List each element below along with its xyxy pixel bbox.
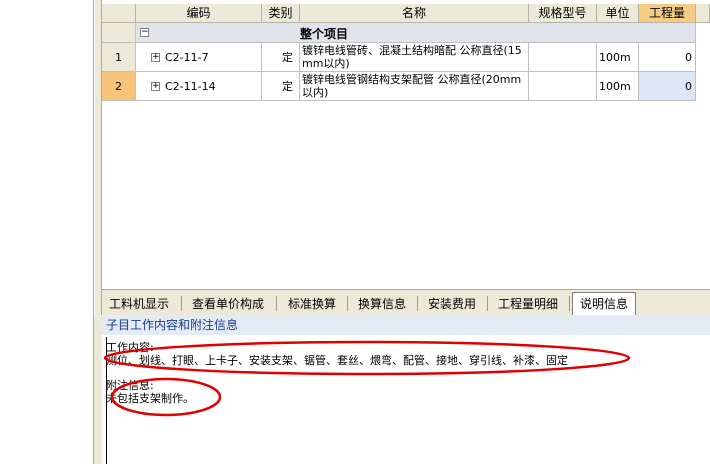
code-text: C2-11-7: [165, 51, 209, 64]
column-header-quantity[interactable]: 工程量: [639, 4, 696, 23]
row-number-header: [102, 4, 136, 23]
detail-tabs: 工料机显示 查看单价构成 标准换算 换算信息 安装费用 工程量明细 说明信息: [102, 289, 710, 315]
tab-unit-price[interactable]: 查看单价构成: [186, 294, 270, 314]
work-content-text[interactable]: 测位、划线、打眼、上卡子、安装支架、锯管、套丝、煨弯、配管、接地、穿引线、补漆、…: [106, 352, 568, 368]
expand-icon[interactable]: +: [151, 53, 160, 62]
collapse-icon[interactable]: −: [140, 28, 149, 37]
tab-conversion-info[interactable]: 换算信息: [350, 294, 414, 314]
group-title: 整个项目: [300, 27, 349, 41]
description-panel: 子目工作内容和附注信息 工作内容: 测位、划线、打眼、上卡子、安装支架、锯管、套…: [102, 315, 710, 464]
tab-divider: [417, 296, 418, 311]
column-header-code[interactable]: 编码: [136, 4, 262, 23]
quantity-cell[interactable]: 0: [639, 43, 696, 72]
code-text: C2-11-14: [165, 80, 216, 93]
tab-quantity-details[interactable]: 工程量明细: [490, 294, 566, 314]
row-number-cell: 2: [102, 72, 136, 101]
expand-icon[interactable]: +: [151, 82, 160, 91]
tab-divider: [347, 296, 348, 311]
tab-materials[interactable]: 工料机显示: [104, 294, 174, 314]
column-header-spec[interactable]: 规格型号: [529, 4, 597, 23]
unit-cell: 100m: [597, 72, 639, 101]
spec-cell: [529, 43, 597, 72]
tab-divider: [181, 296, 182, 311]
lower-splitter: [94, 315, 102, 464]
left-tree-panel: [0, 0, 94, 464]
header-filler: [696, 4, 710, 23]
column-header-name[interactable]: 名称: [300, 4, 529, 23]
code-cell: + C2-11-14: [136, 72, 262, 101]
type-cell: 定: [262, 43, 300, 72]
code-cell: + C2-11-7: [136, 43, 262, 72]
tab-divider: [569, 296, 570, 311]
name-cell: 镀锌电线管钢结构支架配管 公称直径(20mm以内): [300, 72, 529, 101]
tab-divider: [276, 296, 277, 311]
column-header-type[interactable]: 类别: [262, 4, 300, 23]
column-header-unit[interactable]: 单位: [597, 4, 639, 23]
spec-cell: [529, 72, 597, 101]
table-row[interactable]: 1 + C2-11-7 定 镀锌电线管砖、混凝土结构暗配 公称直径(15mm以内…: [102, 43, 710, 72]
note-text[interactable]: 未包括支架制作。: [106, 390, 194, 406]
panel-title: 子目工作内容和附注信息: [102, 315, 710, 335]
row-number-cell: [102, 23, 136, 43]
group-row[interactable]: − 整个项目: [102, 23, 710, 43]
item-grid: 编码 类别 名称 规格型号 单位 工程量 − 整个项目 1 + C2-11-7 …: [102, 0, 710, 289]
name-cell: 镀锌电线管砖、混凝土结构暗配 公称直径(15mm以内): [300, 43, 529, 72]
tab-standard-conversion[interactable]: 标准换算: [280, 294, 344, 314]
quantity-cell[interactable]: 0: [639, 72, 696, 101]
tab-description[interactable]: 说明信息: [572, 292, 636, 315]
group-cell: − 整个项目: [136, 23, 696, 43]
tab-install-fees[interactable]: 安装费用: [420, 294, 484, 314]
tab-divider: [487, 296, 488, 311]
table-row[interactable]: 2 + C2-11-14 定 镀锌电线管钢结构支架配管 公称直径(20mm以内)…: [102, 72, 710, 101]
row-number-cell: 1: [102, 43, 136, 72]
type-cell: 定: [262, 72, 300, 101]
unit-cell: 100m: [597, 43, 639, 72]
